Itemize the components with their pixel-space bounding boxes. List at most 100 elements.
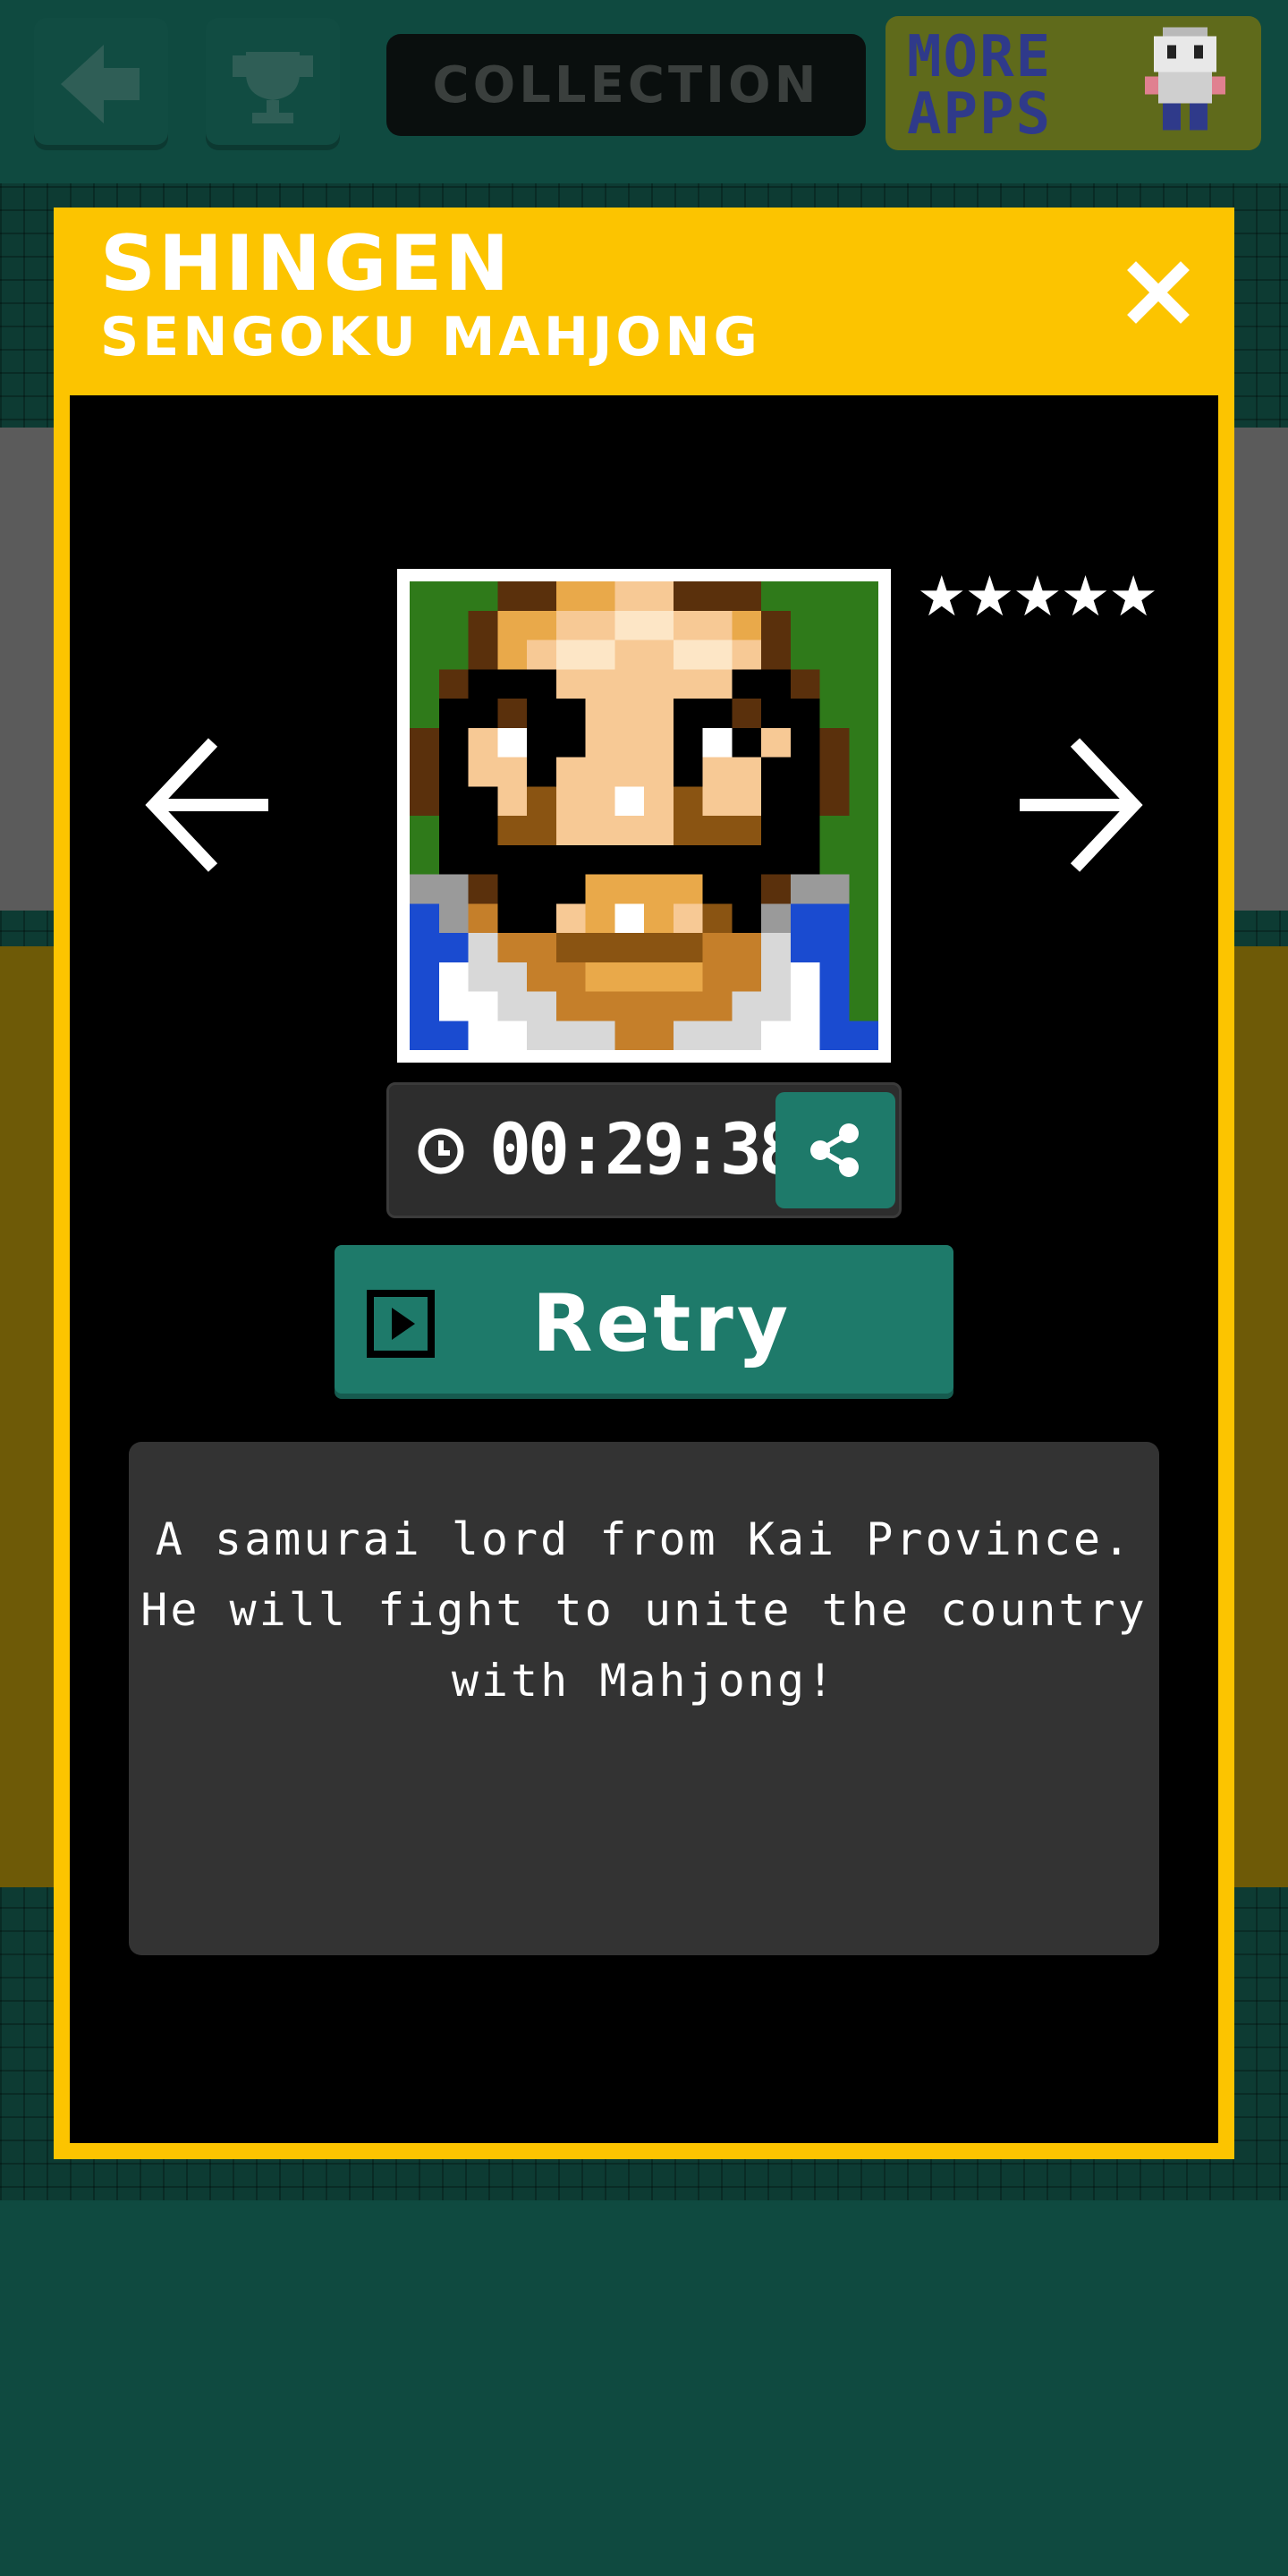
description-panel: A samurai lord from Kai Province. He wil… — [129, 1442, 1159, 1955]
portrait-pixel — [644, 786, 674, 816]
background-panel-right — [1234, 946, 1288, 1887]
portrait-pixel — [819, 699, 850, 728]
portrait-pixel — [585, 903, 615, 933]
portrait-pixel — [410, 962, 439, 992]
portrait-pixel — [614, 727, 644, 758]
portrait-pixel — [644, 727, 674, 758]
portrait-pixel — [497, 991, 527, 1021]
portrait-pixel — [614, 699, 644, 728]
portrait-pixel — [585, 699, 615, 728]
portrait-pixel — [849, 962, 878, 992]
portrait-pixel — [644, 816, 674, 845]
star-rating: ★★★★★ — [917, 564, 1158, 629]
back-button[interactable] — [34, 18, 168, 150]
portrait-pixel — [673, 903, 703, 933]
portrait-pixel — [527, 933, 556, 962]
portrait-pixel — [644, 610, 674, 640]
portrait-pixel — [790, 874, 820, 904]
trophy-icon — [233, 52, 313, 123]
portrait-pixel — [585, 991, 615, 1021]
portrait-pixel — [497, 844, 527, 875]
portrait-pixel — [555, 610, 586, 640]
arrow-left-icon — [145, 738, 268, 872]
portrait-pixel — [497, 1021, 527, 1050]
portrait-pixel — [819, 727, 850, 758]
portrait-pixel — [849, 844, 878, 875]
portrait-pixel — [732, 581, 761, 611]
portrait-pixel — [468, 1021, 498, 1050]
portrait-pixel — [614, 874, 644, 904]
portrait-pixel — [819, 757, 850, 787]
portrait-pixel — [849, 933, 878, 962]
portrait-pixel — [410, 699, 439, 728]
portrait-pixel — [527, 786, 556, 816]
portrait-pixel — [614, 786, 644, 816]
portrait-pixel — [468, 727, 498, 758]
portrait-pixel — [849, 727, 878, 758]
portrait-pixel — [555, 581, 586, 611]
portrait-pixel — [410, 640, 439, 670]
portrait-pixel — [761, 669, 791, 699]
portrait-pixel — [410, 1021, 439, 1050]
portrait-pixel — [527, 610, 556, 640]
portrait-pixel — [410, 933, 439, 962]
portrait-pixel — [585, 610, 615, 640]
portrait-pixel — [410, 669, 439, 699]
portrait-pixel — [673, 962, 703, 992]
clock-icon — [418, 1128, 464, 1174]
portrait-pixel — [702, 903, 733, 933]
portrait-pixel — [468, 991, 498, 1021]
previous-character-button[interactable] — [141, 724, 275, 886]
portrait-pixel — [761, 786, 791, 816]
portrait-pixel — [644, 1021, 674, 1050]
portrait-pixel — [673, 640, 703, 670]
portrait-pixel — [644, 874, 674, 904]
portrait-pixel — [555, 757, 586, 787]
next-character-button[interactable] — [1013, 724, 1147, 886]
portrait-pixel — [555, 1021, 586, 1050]
portrait-pixel — [585, 727, 615, 758]
portrait-pixel — [790, 610, 820, 640]
portrait-pixel — [761, 610, 791, 640]
portrait-pixel — [819, 1021, 850, 1050]
portrait-pixel — [673, 874, 703, 904]
trophy-button[interactable] — [206, 18, 340, 150]
portrait-pixel — [497, 581, 527, 611]
portrait-pixel — [468, 962, 498, 992]
portrait-pixel — [673, 581, 703, 611]
close-button[interactable] — [1109, 243, 1208, 342]
more-apps-button[interactable]: MORE APPS — [886, 16, 1261, 150]
share-button[interactable] — [775, 1092, 895, 1208]
portrait-pixel — [819, 669, 850, 699]
portrait-pixel — [410, 727, 439, 758]
retry-button[interactable]: Retry — [335, 1245, 953, 1399]
top-bar: COLLECTION MORE APPS — [0, 0, 1288, 183]
close-icon — [1127, 261, 1190, 324]
portrait-pixel — [497, 640, 527, 670]
portrait-pixel — [849, 874, 878, 904]
portrait-pixel — [468, 757, 498, 787]
portrait-pixel — [468, 844, 498, 875]
portrait-pixel — [673, 1021, 703, 1050]
more-apps-label: MORE APPS — [907, 24, 1053, 148]
portrait-pixel — [585, 816, 615, 845]
portrait-pixel — [849, 903, 878, 933]
portrait-pixel — [673, 669, 703, 699]
portrait-pixel — [438, 933, 469, 962]
portrait-pixel — [702, 874, 733, 904]
portrait-pixel — [468, 640, 498, 670]
portrait-pixel — [790, 669, 820, 699]
portrait-pixel — [410, 786, 439, 816]
portrait-pixel — [819, 581, 850, 611]
portrait-pixel — [673, 844, 703, 875]
portrait-pixel — [614, 640, 644, 670]
portrait-pixel — [849, 640, 878, 670]
portrait-pixel — [819, 991, 850, 1021]
character-portrait — [397, 569, 891, 1063]
portrait-pixel — [410, 610, 439, 640]
portrait-pixel — [527, 581, 556, 611]
portrait-pixel — [614, 757, 644, 787]
portrait-pixel — [732, 727, 761, 758]
portrait-pixel — [438, 610, 469, 640]
portrait-pixel — [585, 581, 615, 611]
